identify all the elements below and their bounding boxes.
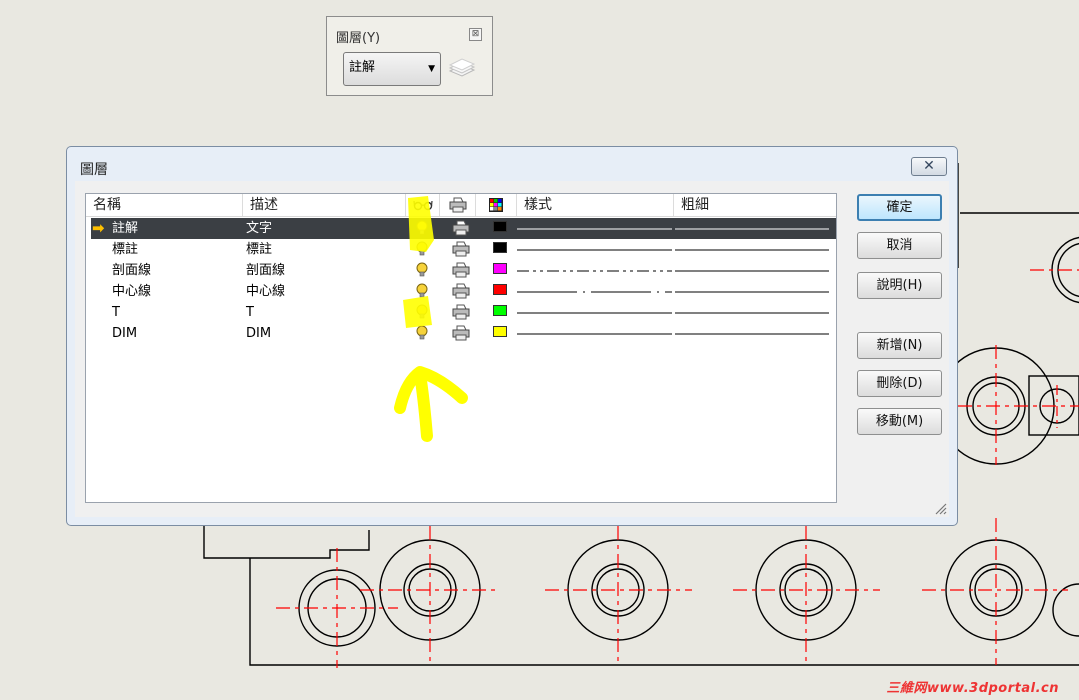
layer-description: 剖面線 — [246, 263, 286, 278]
layer-color-swatch[interactable] — [493, 242, 507, 253]
layer-color-swatch[interactable] — [493, 221, 507, 232]
print-toggle-icon[interactable] — [452, 220, 470, 240]
layer-name: 中心線 — [112, 284, 152, 299]
delete-button[interactable]: 刪除(D) — [857, 370, 942, 397]
dialog-client-area: 名稱 描述 樣式 粗細 ➡ 註解 文字 標註 標註 剖面線 剖面線 中心線 中心… — [75, 181, 949, 517]
visibility-bulb-icon[interactable] — [416, 262, 428, 282]
layer-color-swatch[interactable] — [493, 305, 507, 316]
print-toggle-icon[interactable] — [452, 241, 470, 261]
layer-row[interactable]: 標註 標註 — [91, 239, 836, 260]
cancel-button[interactable]: 取消 — [857, 232, 942, 259]
visibility-bulb-icon[interactable] — [416, 325, 428, 345]
layer-toolbar: 圖層(Y) ⊠ 註解 ▼ — [326, 16, 493, 96]
layer-name: 註解 — [112, 221, 139, 236]
layers-list[interactable]: 名稱 描述 樣式 粗細 ➡ 註解 文字 標註 標註 剖面線 剖面線 中心線 中心… — [85, 193, 837, 503]
visibility-bulb-icon[interactable] — [416, 304, 428, 324]
layer-color-swatch[interactable] — [493, 326, 507, 337]
column-header-thickness[interactable]: 粗細 — [674, 194, 836, 216]
layer-description: T — [246, 305, 254, 320]
ok-button[interactable]: 確定 — [857, 194, 942, 221]
layer-description: 中心線 — [246, 284, 286, 299]
layer-color-swatch[interactable] — [493, 263, 507, 274]
current-layer-dropdown[interactable]: 註解 ▼ — [343, 52, 441, 86]
list-header: 名稱 描述 樣式 粗細 — [86, 194, 836, 217]
current-layer-arrow-icon: ➡ — [92, 219, 105, 237]
layer-description: DIM — [246, 326, 272, 341]
layer-name: DIM — [112, 326, 138, 341]
glasses-icon — [412, 200, 433, 211]
layer-row[interactable]: TT — [91, 302, 836, 323]
print-toggle-icon[interactable] — [452, 304, 470, 324]
line-style-sample[interactable] — [517, 323, 829, 348]
column-header-visible[interactable] — [406, 194, 440, 216]
layer-description: 標註 — [246, 242, 273, 257]
column-header-print[interactable] — [440, 194, 476, 216]
help-button[interactable]: 說明(H) — [857, 272, 942, 299]
layer-row[interactable]: 中心線 中心線 — [91, 281, 836, 302]
current-layer-value: 註解 — [349, 60, 376, 75]
toolbar-close-icon[interactable]: ⊠ — [469, 28, 482, 41]
column-header-name[interactable]: 名稱 — [86, 194, 243, 216]
printer-icon — [449, 197, 466, 213]
layer-stack-icon[interactable] — [448, 57, 476, 81]
layer-name: T — [112, 305, 120, 320]
chevron-down-icon: ▼ — [428, 64, 435, 74]
layers-dialog: 圖層 ✕ 名稱 描述 樣式 粗細 ➡ 註解 文字 標註 標註 剖面線 剖面線 中… — [66, 146, 958, 526]
visibility-bulb-icon[interactable] — [416, 283, 428, 303]
column-header-description[interactable]: 描述 — [243, 194, 406, 216]
visibility-bulb-icon[interactable] — [416, 241, 428, 261]
resize-grip-icon[interactable] — [933, 501, 947, 515]
layer-toolbar-title: 圖層(Y) — [336, 31, 381, 46]
layer-row[interactable]: ➡ 註解 文字 — [91, 218, 836, 239]
dialog-title-bar[interactable]: 圖層 ✕ — [67, 147, 957, 181]
color-palette-icon — [489, 198, 503, 212]
layer-row[interactable]: 剖面線 剖面線 — [91, 260, 836, 281]
layer-name: 剖面線 — [112, 263, 152, 278]
layer-name: 標註 — [112, 242, 139, 257]
layer-row[interactable]: DIM DIM — [91, 323, 836, 344]
dialog-close-button[interactable]: ✕ — [911, 157, 947, 176]
layer-description: 文字 — [246, 221, 273, 236]
print-toggle-icon[interactable] — [452, 262, 470, 282]
new-button[interactable]: 新增(N) — [857, 332, 942, 359]
print-toggle-icon[interactable] — [452, 283, 470, 303]
watermark: 三維网www.3dportal.cn — [886, 681, 1059, 696]
visibility-bulb-icon[interactable] — [416, 220, 428, 240]
dialog-title: 圖層 — [80, 162, 108, 178]
move-button[interactable]: 移動(M) — [857, 408, 942, 435]
print-toggle-icon[interactable] — [452, 325, 470, 345]
column-header-style[interactable]: 樣式 — [517, 194, 674, 216]
column-header-color[interactable] — [476, 194, 517, 216]
layer-color-swatch[interactable] — [493, 284, 507, 295]
